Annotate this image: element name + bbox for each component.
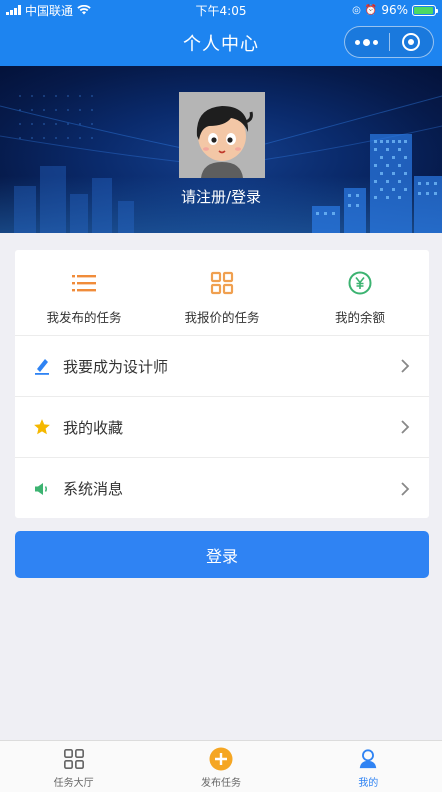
plus-circle-icon bbox=[209, 747, 233, 771]
signal-icon bbox=[6, 5, 21, 15]
list-icon bbox=[71, 270, 97, 296]
avatar[interactable] bbox=[179, 92, 265, 178]
tab-mine[interactable]: 我的 bbox=[295, 741, 442, 792]
more-button[interactable] bbox=[345, 27, 389, 57]
page-title: 个人中心 bbox=[183, 34, 259, 55]
nav-bar: 个人中心 bbox=[0, 20, 442, 66]
chevron-right-icon bbox=[401, 420, 410, 434]
quick-actions: 我发布的任务 我报价的任务 我的余额 bbox=[15, 250, 429, 336]
profile-banner: 请注册/登录 bbox=[0, 66, 442, 233]
login-button[interactable]: 登录 bbox=[15, 531, 429, 578]
chevron-right-icon bbox=[401, 481, 410, 496]
quick-action-label: 我的余额 bbox=[334, 310, 385, 325]
battery-percent: 96% bbox=[381, 3, 408, 17]
tab-task-hall[interactable]: 任务大厅 bbox=[0, 741, 147, 792]
quick-action-quoted-tasks[interactable]: 我报价的任务 bbox=[153, 250, 291, 335]
menu-item-label: 我要成为设计师 bbox=[63, 357, 169, 376]
status-right: ◎ ⏰ 96% bbox=[352, 3, 438, 17]
tab-label: 任务大厅 bbox=[53, 778, 94, 789]
menu-item-system-messages[interactable]: 系统消息 bbox=[15, 458, 429, 519]
speaker-icon bbox=[33, 480, 51, 498]
bottom-tab-bar: 任务大厅 发布任务 我的 bbox=[0, 740, 442, 792]
menu-item-become-designer[interactable]: 我要成为设计师 bbox=[15, 336, 429, 397]
yen-circle-icon bbox=[347, 270, 373, 296]
tab-label: 发布任务 bbox=[200, 778, 241, 789]
profile-menu-card: 我发布的任务 我报价的任务 我的余额 我要成为设计师 我的收藏 系统消息 bbox=[15, 250, 429, 518]
tab-label: 我的 bbox=[358, 778, 379, 789]
user-icon bbox=[356, 747, 380, 771]
star-icon bbox=[33, 418, 51, 436]
close-miniapp-button[interactable] bbox=[390, 27, 434, 57]
status-bar: 中国联通 下午4:05 ◎ ⏰ 96% bbox=[0, 0, 442, 20]
battery-icon bbox=[412, 4, 438, 16]
location-icon: ◎ bbox=[352, 4, 361, 16]
menu-item-label: 系统消息 bbox=[63, 480, 124, 498]
carrier-name: 中国联通 bbox=[25, 3, 74, 18]
target-circle-icon bbox=[402, 33, 421, 51]
quick-action-published-tasks[interactable]: 我发布的任务 bbox=[15, 250, 153, 335]
login-register-link[interactable]: 请注册/登录 bbox=[0, 186, 442, 207]
quick-action-balance[interactable]: 我的余额 bbox=[291, 250, 429, 335]
quick-action-label: 我发布的任务 bbox=[46, 310, 122, 325]
cartoon-avatar-icon bbox=[179, 92, 265, 178]
menu-item-favorites[interactable]: 我的收藏 bbox=[15, 397, 429, 458]
tab-publish-task[interactable]: 发布任务 bbox=[147, 741, 294, 792]
more-dots-icon bbox=[355, 38, 379, 46]
quick-action-label: 我报价的任务 bbox=[184, 310, 260, 325]
pen-icon bbox=[33, 357, 51, 375]
alarm-icon: ⏰ bbox=[364, 4, 378, 16]
menu-item-label: 我的收藏 bbox=[63, 418, 124, 437]
wifi-icon bbox=[77, 5, 91, 15]
miniapp-capsule bbox=[344, 26, 434, 58]
chevron-right-icon bbox=[401, 359, 410, 373]
grid-icon bbox=[62, 747, 86, 771]
grid-icon bbox=[209, 270, 235, 296]
battery-fill bbox=[414, 6, 434, 14]
status-left: 中国联通 bbox=[6, 2, 91, 19]
